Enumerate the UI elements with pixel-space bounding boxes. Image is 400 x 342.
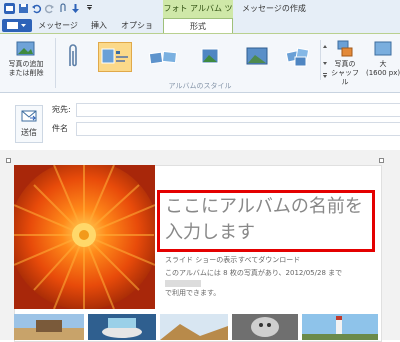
album-style-4[interactable]: [240, 42, 274, 72]
paperclip-style-icon[interactable]: [65, 42, 81, 70]
shuffle-label-1: 写真の: [334, 60, 356, 68]
album-info-text-1: このアルバムには 8 枚の写真があり、2012/05/28 まで: [165, 269, 343, 277]
album-style-icon: [246, 47, 268, 65]
album-title-input[interactable]: ここにアルバムの名前を入力します: [165, 194, 365, 246]
redo-icon[interactable]: [44, 3, 55, 14]
album-style-5[interactable]: [282, 42, 316, 72]
save-icon[interactable]: [18, 3, 29, 14]
send-icon[interactable]: [70, 3, 81, 14]
add-remove-label-1: 写真の追加: [8, 60, 44, 68]
subject-label: 件名: [52, 124, 68, 133]
window-title: メッセージの作成: [242, 4, 306, 13]
attach-icon[interactable]: [57, 3, 68, 14]
tab-options[interactable]: オプション: [118, 18, 156, 45]
tab-message[interactable]: メッセージ: [38, 18, 78, 33]
divider: [55, 38, 56, 88]
album-style-icon: [285, 47, 310, 67]
album-style-icon: [101, 48, 128, 64]
size-label-2: (1600 px): [366, 69, 400, 77]
customize-icon[interactable]: [84, 3, 95, 14]
album-styles-group-label: アルバムのスタイル: [168, 82, 232, 90]
album-style-3[interactable]: [193, 42, 227, 72]
album-style-selected[interactable]: [98, 42, 132, 72]
shuffle-photos-icon[interactable]: [336, 39, 354, 59]
shuffle-label-2: シャッフル: [331, 69, 359, 86]
to-field[interactable]: [76, 103, 400, 117]
album-style-icon: [201, 48, 219, 64]
tab-row: メッセージ 挿入 オプション 形式: [0, 18, 400, 45]
album-info: このアルバムには 8 枚の写真があり、2012/05/28 まで で利用できます…: [165, 268, 370, 298]
album-style-2[interactable]: [147, 42, 181, 72]
album-style-icon: [148, 50, 178, 65]
hero-flower-photo: [14, 165, 155, 309]
thumbnail-photo: [88, 314, 156, 340]
thumbnail-photo: [302, 314, 378, 340]
menu-icon: [7, 22, 26, 29]
send-envelope-icon: [21, 110, 37, 122]
thumbnail-photo: [14, 314, 84, 340]
photo-size-icon[interactable]: [373, 39, 393, 59]
size-label-1: 大: [379, 60, 387, 68]
thumbnail-photo: [160, 314, 228, 340]
resize-handle[interactable]: [6, 158, 11, 163]
to-label: 宛先:: [52, 105, 71, 114]
send-label: 送信: [21, 128, 37, 137]
tab-insert[interactable]: 挿入: [86, 18, 112, 33]
album-info-text-2: で利用できます。: [165, 289, 221, 297]
slideshow-link[interactable]: スライド ショーの表示: [165, 255, 237, 265]
title-bar: フォト アルバム ツール メッセージの作成: [0, 0, 400, 31]
subject-field[interactable]: [76, 122, 400, 136]
file-menu-button[interactable]: [2, 19, 32, 32]
undo-icon[interactable]: [31, 3, 42, 14]
add-photo-icon[interactable]: [16, 40, 36, 58]
resize-handle[interactable]: [379, 158, 384, 163]
download-all-link[interactable]: すべてダウンロード: [238, 255, 300, 265]
contextual-tab-label: フォト アルバム ツール: [163, 0, 233, 31]
thumbnail-photo: [232, 314, 298, 340]
app-icon[interactable]: [4, 3, 15, 14]
tab-format[interactable]: 形式: [163, 18, 233, 34]
send-button[interactable]: 送信: [15, 105, 43, 143]
ribbon: 写真の追加 または削除 アルバムのスタイル 写真の シャッフル 大 (1600 …: [0, 33, 400, 93]
redacted-text: [165, 279, 201, 287]
add-remove-label-2: または削除: [8, 69, 44, 77]
